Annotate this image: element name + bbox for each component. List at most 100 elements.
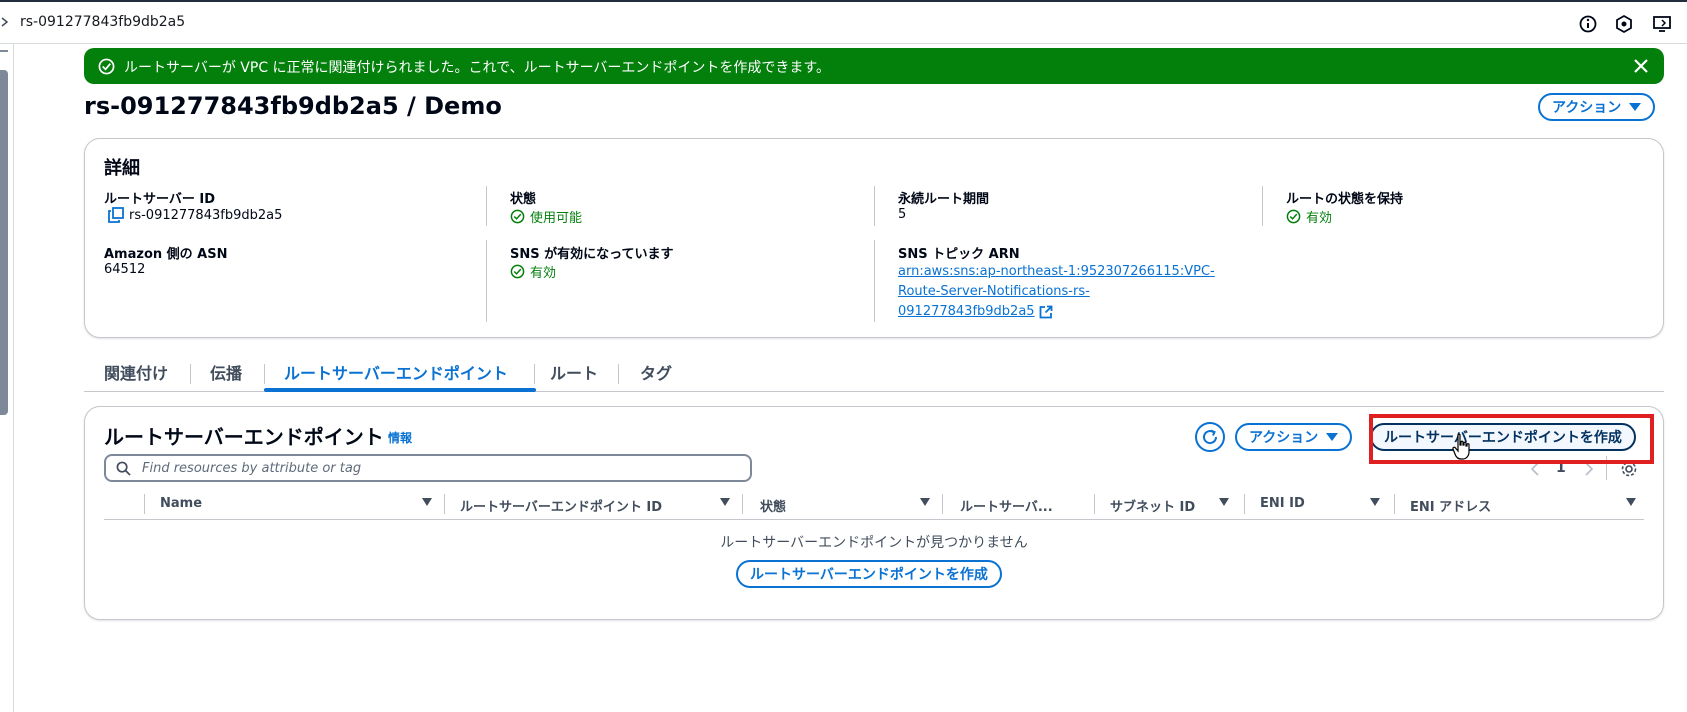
scrollbar-thumb[interactable]: [0, 70, 8, 415]
sort-icon[interactable]: [920, 498, 930, 506]
tab-propagation[interactable]: 伝播: [210, 360, 242, 384]
active-tab-indicator: [264, 388, 536, 392]
sns-enabled-label: SNS が有効になっています: [510, 247, 674, 262]
refresh-button[interactable]: [1195, 422, 1225, 452]
flash-message: ルートサーバーが VPC に正常に関連付けられました。これで、ルートサーバーエン…: [124, 60, 831, 76]
persist-state-value: 有効: [1286, 207, 1332, 226]
endpoints-actions-button[interactable]: アクション: [1235, 423, 1353, 451]
asn-label: Amazon 側の ASN: [104, 247, 228, 262]
endpoints-actions-label: アクション: [1249, 430, 1319, 446]
search-icon: [116, 461, 131, 476]
tab-routes[interactable]: ルート: [550, 360, 598, 384]
column-header-endpoint-id[interactable]: ルートサーバーエンドポイント ID: [460, 496, 662, 515]
sns-arn-link[interactable]: arn:aws:sns:ap-northeast-1:952307266115:…: [898, 262, 1215, 322]
persist-period-label: 永続ルート期間: [898, 192, 990, 207]
empty-create-endpoint-button[interactable]: ルートサーバーエンドポイントを作成: [736, 560, 1002, 588]
column-header-name[interactable]: Name: [160, 496, 202, 511]
column-header-eni-id[interactable]: ENI ID: [1260, 496, 1305, 511]
endpoints-title: ルートサーバーエンドポイント: [104, 425, 384, 449]
tab-associations[interactable]: 関連付け: [104, 360, 168, 384]
column-header-state[interactable]: 状態: [760, 496, 786, 515]
display-icon[interactable]: [1652, 14, 1672, 34]
top-bar: rs-091277843fb9db2a5: [0, 0, 1687, 44]
column-divider: [1094, 494, 1095, 514]
column-header-label: Name: [160, 496, 203, 511]
sort-icon[interactable]: [1626, 498, 1636, 506]
tab-tags[interactable]: タグ: [640, 360, 672, 384]
column-divider: [1244, 494, 1245, 514]
settings-shield-icon[interactable]: [1614, 14, 1634, 34]
route-server-id-label: ルートサーバー ID: [104, 192, 216, 207]
column-header-label: ルートサーバーエンドポイント ID: [460, 500, 663, 515]
copy-icon[interactable]: [108, 207, 124, 223]
tab-divider: [534, 364, 535, 384]
search-field[interactable]: [104, 454, 752, 482]
column-header-label: ENI ID: [1260, 496, 1305, 511]
tab-divider: [618, 364, 619, 384]
column-header-label: ルートサーバ...: [960, 500, 1053, 515]
sns-arn-line[interactable]: Route-Server-Notifications-rs-: [898, 284, 1090, 299]
column-header-label: サブネット ID: [1110, 500, 1196, 515]
column-header-label: 状態: [760, 500, 787, 515]
close-icon[interactable]: [1632, 57, 1650, 75]
sort-icon[interactable]: [720, 498, 730, 506]
tab-list: 関連付け 伝播 ルートサーバーエンドポイント ルート タグ: [84, 352, 1664, 392]
left-rail: [0, 44, 14, 712]
success-flashbar: ルートサーバーが VPC に正常に関連付けられました。これで、ルートサーバーエン…: [84, 48, 1664, 84]
rail-marker: [0, 50, 8, 52]
column-header-route-server[interactable]: ルートサーバ...: [960, 496, 1053, 515]
status-success-icon: [510, 264, 525, 279]
details-title: 詳細: [104, 158, 140, 179]
header-actions-label: アクション: [1552, 100, 1622, 116]
caret-down-icon: [1629, 103, 1642, 111]
chevron-right-icon[interactable]: [1584, 462, 1594, 476]
hand-pointer-icon: [1452, 433, 1470, 460]
sort-icon[interactable]: [1370, 498, 1380, 506]
column-divider: [742, 494, 743, 514]
status-success-icon: [510, 209, 525, 224]
header-actions-button[interactable]: アクション: [1538, 93, 1656, 121]
sns-enabled-value: 有効: [510, 262, 556, 281]
column-divider: [486, 186, 487, 226]
column-header-label: ENI アドレス: [1410, 500, 1492, 515]
sort-icon[interactable]: [422, 498, 432, 506]
external-link-icon[interactable]: [1039, 305, 1053, 319]
column-header-eni-address[interactable]: ENI アドレス: [1410, 496, 1491, 515]
route-server-id-value: rs-091277843fb9db2a5: [108, 207, 282, 223]
tab-route-server-endpoints[interactable]: ルートサーバーエンドポイント: [284, 360, 508, 384]
empty-create-endpoint-label: ルートサーバーエンドポイントを作成: [750, 567, 988, 583]
persist-state-text: 有効: [1306, 211, 1333, 226]
state-value: 使用可能: [510, 207, 582, 226]
tab-divider: [190, 364, 191, 384]
annotation-highlight: [1369, 414, 1654, 464]
column-divider: [144, 494, 145, 514]
column-divider: [942, 494, 943, 514]
column-divider: [874, 186, 875, 226]
column-divider: [444, 494, 445, 514]
success-check-icon: [98, 58, 115, 75]
column-divider: [874, 240, 875, 322]
info-link[interactable]: 情報: [388, 429, 412, 446]
asn-value: 64512: [104, 262, 146, 277]
refresh-icon: [1203, 429, 1218, 445]
sns-arn-line[interactable]: 091277843fb9db2a5: [898, 302, 1035, 322]
chevron-left-icon[interactable]: [1530, 462, 1540, 476]
persist-period-value: 5: [898, 207, 907, 222]
sns-arn-line[interactable]: arn:aws:sns:ap-northeast-1:952307266115:…: [898, 264, 1215, 279]
sns-enabled-text: 有効: [530, 266, 557, 281]
sns-arn-label: SNS トピック ARN: [898, 247, 1020, 262]
caret-down-icon: [1326, 433, 1339, 441]
chevron-right-icon[interactable]: [0, 17, 10, 27]
info-icon[interactable]: [1578, 14, 1598, 34]
empty-state-message: ルートサーバーエンドポイントが見つかりません: [720, 535, 1028, 551]
column-header-subnet-id[interactable]: サブネット ID: [1110, 496, 1195, 515]
table-header: Name ルートサーバーエンドポイント ID 状態 ルートサーバ... サブネッ…: [104, 492, 1644, 520]
tab-divider: [264, 364, 265, 384]
search-input[interactable]: [140, 458, 740, 478]
state-label: 状態: [510, 192, 537, 207]
breadcrumb[interactable]: rs-091277843fb9db2a5: [20, 14, 185, 30]
route-server-id-text: rs-091277843fb9db2a5: [129, 207, 283, 223]
state-text: 使用可能: [530, 211, 583, 226]
page-title: rs-091277843fb9db2a5 / Demo: [84, 92, 502, 120]
sort-icon[interactable]: [1219, 498, 1229, 506]
